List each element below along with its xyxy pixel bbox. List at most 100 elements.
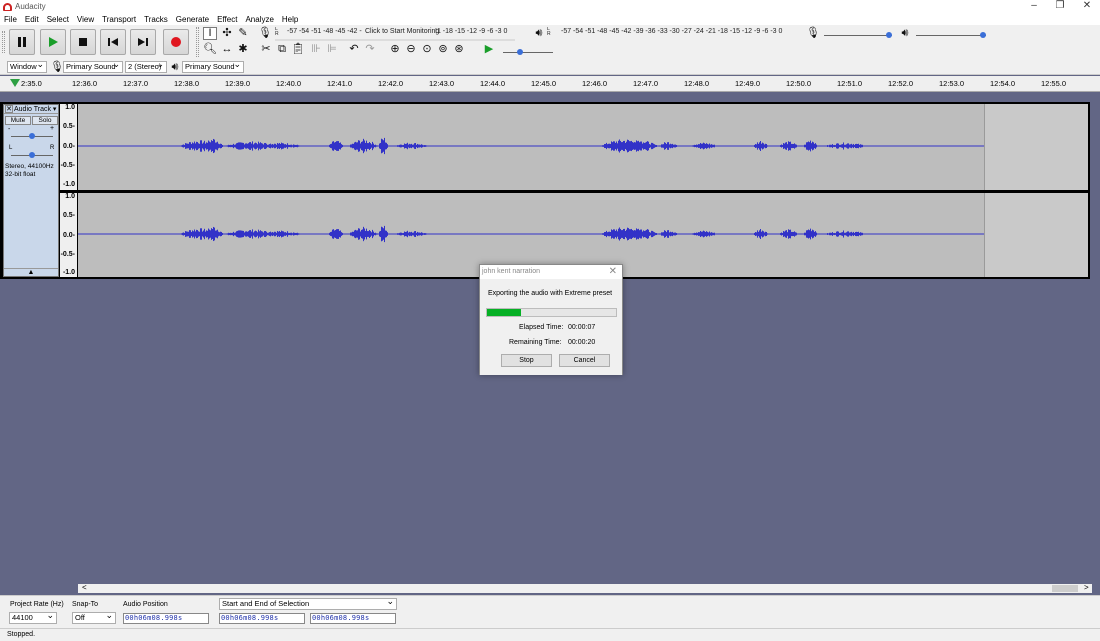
menu-help[interactable]: Help (278, 15, 302, 24)
time-shift-tool-icon[interactable]: ↔ (220, 43, 234, 56)
title-bar: Audacity – ❐ ✕ (0, 0, 1100, 13)
zoom-toggle-icon[interactable]: ⊛ (452, 43, 466, 56)
menu-edit[interactable]: Edit (21, 15, 43, 24)
redo-icon[interactable]: ↷ (363, 43, 377, 56)
scroll-thumb[interactable] (1052, 585, 1078, 592)
timeline-tick: 12:46.0 (582, 79, 608, 88)
recording-device-select[interactable]: Primary Sound (63, 61, 123, 73)
timeline-tick: 12:45.0 (531, 79, 557, 88)
undo-icon[interactable]: ↶ (347, 43, 361, 56)
empty-track-region (984, 193, 1088, 277)
scroll-left-arrow[interactable]: < (82, 583, 87, 592)
left-channel-waveform[interactable] (78, 104, 1088, 190)
snap-to-select[interactable]: Off (72, 612, 116, 624)
timeline-tick: 12:44.0 (480, 79, 506, 88)
monitor-prompt[interactable]: Click to Start Monitoring (365, 28, 440, 35)
zoom-in-icon[interactable]: ⊕ (388, 43, 402, 56)
menu-effect[interactable]: Effect (213, 15, 241, 24)
play-speed-slider[interactable] (503, 49, 553, 55)
track-close-button[interactable]: ✕ (5, 105, 13, 113)
gain-slider[interactable] (11, 133, 53, 139)
menu-analyze[interactable]: Analyze (241, 15, 277, 24)
audio-position-field[interactable]: 00h06m08.998s (123, 613, 209, 624)
audio-host-select[interactable]: Window (7, 61, 47, 73)
audacity-logo-icon (3, 2, 12, 11)
restore-button[interactable]: ❐ (1046, 0, 1074, 13)
recording-device-icon: 🎙︎ (50, 61, 64, 73)
speaker-icon[interactable]: 🔊︎ (532, 27, 546, 40)
minimize-button[interactable]: – (1020, 0, 1048, 13)
menu-select[interactable]: Select (43, 15, 73, 24)
pan-slider[interactable] (11, 152, 53, 158)
skip-to-start-icon (108, 38, 118, 46)
cut-icon[interactable]: ✂ (259, 43, 273, 56)
timeline-tick: 12:50.0 (786, 79, 812, 88)
play-icon (49, 37, 58, 47)
selection-end-field[interactable]: 00h06m08.998s (310, 613, 396, 624)
selection-start-field[interactable]: 00h06m08.998s (219, 613, 305, 624)
timeline-tick: 12:48.0 (684, 79, 710, 88)
zoom-out-icon[interactable]: ⊖ (404, 43, 418, 56)
menu-generate[interactable]: Generate (172, 15, 213, 24)
playback-volume-slider[interactable] (916, 32, 986, 38)
mute-button[interactable]: Mute (5, 116, 31, 125)
pause-icon (18, 37, 26, 47)
gain-plus-label: + (50, 125, 55, 132)
menu-tracks[interactable]: Tracks (140, 15, 172, 24)
recording-volume-slider[interactable] (824, 32, 892, 38)
play-button[interactable] (40, 29, 66, 55)
timeline-tick: 12:49.0 (735, 79, 761, 88)
project-rate-select[interactable]: 44100 (9, 612, 57, 624)
timeline-tick: 12:39.0 (225, 79, 251, 88)
skip-to-end-button[interactable] (130, 29, 156, 55)
multi-tool-icon[interactable]: ✱ (236, 43, 250, 56)
timeline-tick: 12:43.0 (429, 79, 455, 88)
solo-button[interactable]: Solo (32, 116, 58, 125)
trim-icon[interactable]: ⊪ (309, 43, 323, 56)
menu-view[interactable]: View (73, 15, 98, 24)
playback-device-select[interactable]: Primary Sound (182, 61, 244, 73)
toolbar-grip[interactable] (196, 27, 199, 57)
draw-tool-icon[interactable]: ✎ (236, 27, 250, 40)
toolbar-grip[interactable] (2, 31, 5, 53)
pause-button[interactable] (9, 29, 35, 55)
stop-button[interactable] (70, 29, 96, 55)
close-window-button[interactable]: ✕ (1073, 0, 1100, 13)
menu-transport[interactable]: Transport (98, 15, 140, 24)
selection-tool-icon[interactable]: I (203, 27, 217, 40)
remaining-time-value: 00:00:20 (568, 339, 596, 346)
recording-channels-select[interactable]: 2 (Stereo) (125, 61, 167, 73)
envelope-tool-icon[interactable]: ✣ (220, 27, 234, 40)
track-format-info: Stereo, 44100Hz (5, 163, 54, 170)
remaining-time-label: Remaining Time: (509, 339, 562, 346)
zoom-tool-icon[interactable]: 🔍︎ (203, 43, 217, 56)
timeline-tick: 12:36.0 (72, 79, 98, 88)
cancel-export-button[interactable]: Cancel (559, 354, 610, 367)
menu-file[interactable]: File (0, 15, 21, 24)
left-channel-axis[interactable]: 1.0 0.5- 0.0- -0.5- -1.0 (60, 104, 77, 190)
fit-project-icon[interactable]: ⊚ (436, 43, 450, 56)
horizontal-scrollbar[interactable]: < > (78, 583, 1092, 593)
silence-icon[interactable]: ⊫ (325, 43, 339, 56)
project-rate-label: Project Rate (Hz) (10, 601, 64, 608)
paste-icon[interactable]: 📋︎ (291, 43, 305, 56)
copy-icon[interactable]: ⧉ (275, 43, 289, 56)
play-at-speed-icon[interactable]: ▶ (482, 43, 496, 56)
microphone-icon[interactable]: 🎙︎ (258, 27, 272, 40)
timeline-tick: 12:38.0 (174, 79, 200, 88)
selection-mode-select[interactable]: Start and End of Selection (219, 598, 397, 610)
skip-to-start-button[interactable] (100, 29, 126, 55)
collapse-track-button[interactable]: ▲ (4, 268, 58, 276)
record-meter-bar[interactable] (275, 39, 515, 41)
timeline-ruler[interactable]: 2:35.0 12:36.0 12:37.0 12:38.0 12:39.0 12:40… (0, 76, 1100, 92)
right-channel-axis[interactable]: 1.0 0.5- 0.0- -0.5- -1.0 (60, 193, 77, 277)
timeline-tick: 12:51.0 (837, 79, 863, 88)
gain-minus-label: - (8, 126, 11, 133)
record-button[interactable] (163, 29, 189, 55)
fit-selection-icon[interactable]: ⊙ (420, 43, 434, 56)
dialog-close-icon[interactable]: ✕ (609, 266, 617, 277)
timeline-tick: 12:52.0 (888, 79, 914, 88)
scroll-right-arrow[interactable]: > (1084, 583, 1089, 592)
stop-export-button[interactable]: Stop (501, 354, 552, 367)
stop-icon (79, 38, 87, 46)
